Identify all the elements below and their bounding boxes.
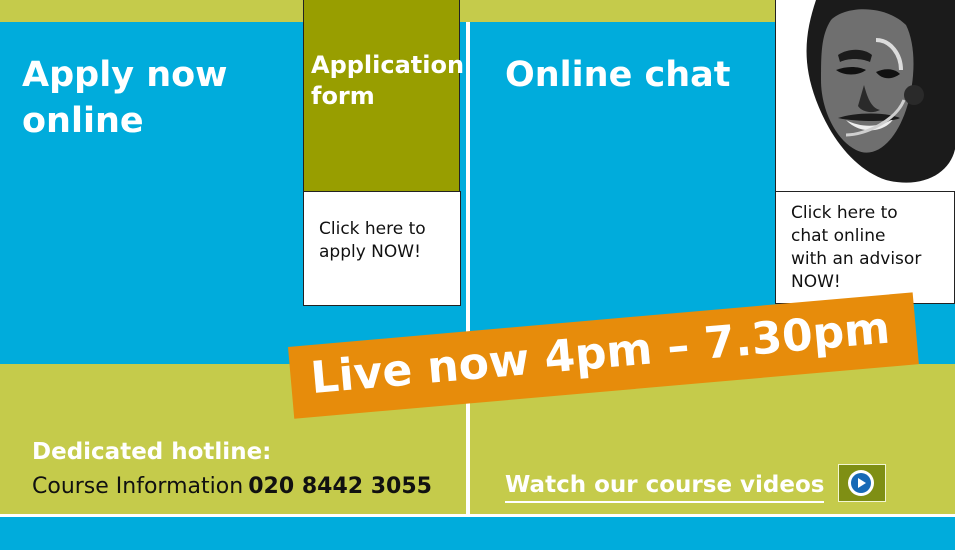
apply-now-card[interactable]: Click here to apply NOW! [303,191,461,306]
apply-heading-line2: online [22,101,144,141]
hotline-title: Dedicated hotline: [32,439,272,465]
application-form-label-line1: Application [311,51,465,79]
hotline-number[interactable]: 020 8442 3055 [248,474,432,499]
top-left-strip [0,0,303,22]
chat-card-line2: chat online [791,226,886,246]
application-form-tab[interactable]: Application form [303,0,464,192]
top-mid-strip [460,0,775,22]
application-form-label-line2: form [311,82,375,110]
advisor-photo-graphic [776,0,955,192]
chat-card-line3: with an advisor [791,249,922,269]
apply-card-line2: apply NOW! [319,242,421,262]
play-video-button[interactable] [838,464,886,502]
hotline-label: Course Information [32,474,244,499]
apply-card-line1: Click here to [319,219,426,239]
chat-card-line4: NOW! [791,272,841,292]
watch-course-videos-link[interactable]: Watch our course videos [505,472,825,503]
hotline-info: Course Information 020 8442 3055 [32,474,432,499]
chat-card-line1: Click here to [791,203,898,223]
advisor-headset-photo[interactable] [775,0,955,192]
apply-heading-line1: Apply now [22,55,228,95]
chat-now-card[interactable]: Click here to chat online with an adviso… [775,191,955,304]
apply-heading: Apply now online [22,52,228,144]
play-icon [848,470,874,496]
bottom-strip [0,517,955,550]
vertical-divider [466,22,470,515]
horizontal-divider [0,514,955,517]
chat-heading: Online chat [505,55,731,95]
